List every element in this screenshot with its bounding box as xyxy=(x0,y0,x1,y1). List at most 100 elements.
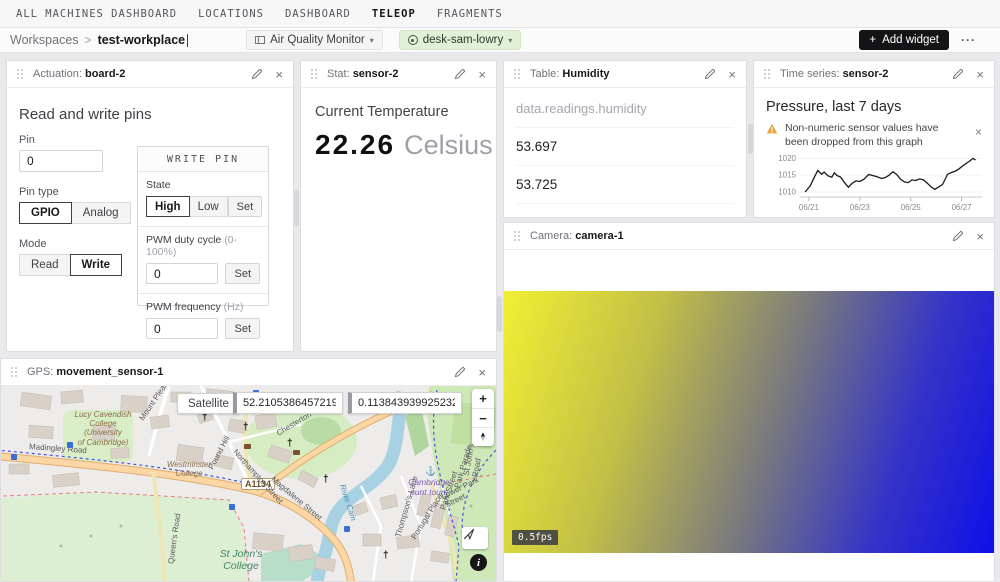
state-high-button[interactable]: High xyxy=(146,196,190,217)
x-tick-label: 06/23 xyxy=(850,203,871,212)
camera-feed: 0.5fps xyxy=(504,291,994,553)
close-widget-icon[interactable]: × xyxy=(478,68,486,81)
latitude-input[interactable] xyxy=(233,392,343,414)
widget-title: Table: Humidity xyxy=(530,68,609,80)
compass-pitch-button[interactable]: ▲ ▼ xyxy=(472,427,494,446)
edit-widget-icon[interactable] xyxy=(454,68,466,80)
close-widget-icon[interactable]: × xyxy=(976,68,984,81)
drag-handle-icon[interactable] xyxy=(764,69,771,80)
nav-fragments[interactable]: FRAGMENTS xyxy=(437,8,503,20)
mode-write-button[interactable]: Write xyxy=(70,254,123,276)
resize-handle[interactable] xyxy=(294,190,299,226)
nav-teleop[interactable]: TELEOP xyxy=(372,8,416,20)
widget-title: GPS: movement_sensor-1 xyxy=(27,366,163,378)
table-row: 53.697 xyxy=(516,128,734,166)
write-pin-title: WRITE PIN xyxy=(138,147,268,172)
widget-actuation: Actuation: board-2 × Read and write pins… xyxy=(6,60,294,352)
map-canvas[interactable]: Lucy Cavendish College (University of Ca… xyxy=(1,386,496,582)
state-segmented: High Low xyxy=(146,196,228,217)
plus-icon: + xyxy=(869,34,876,46)
state-section: State High Low Set xyxy=(138,172,268,226)
state-low-button[interactable]: Low xyxy=(189,196,228,217)
widget-header: Table: Humidity × xyxy=(504,61,746,88)
close-widget-icon[interactable]: × xyxy=(478,366,486,379)
map-zoom-control: + − ▲ ▼ xyxy=(472,389,494,446)
widget-header: Stat: sensor-2 × xyxy=(301,61,496,88)
drag-handle-icon[interactable] xyxy=(11,367,18,378)
widget-title: Actuation: board-2 xyxy=(33,68,125,80)
pwm-freq-input[interactable] xyxy=(146,318,218,339)
mode-read-button[interactable]: Read xyxy=(19,254,71,276)
part-selector[interactable]: desk-sam-lowry ▾ xyxy=(399,30,522,50)
pwm-duty-section: PWM duty cycle (0-100%) Set xyxy=(138,226,268,293)
widget-header: GPS: movement_sensor-1 × xyxy=(1,359,496,386)
stat-unit: Celsius xyxy=(404,130,493,161)
pin-label: Pin xyxy=(19,134,281,146)
dismiss-warning-icon[interactable]: × xyxy=(975,121,982,139)
state-set-button[interactable]: Set xyxy=(228,196,263,217)
locate-button[interactable] xyxy=(462,527,488,549)
pwm-freq-label: PWM frequency (Hz) xyxy=(146,301,260,313)
map-attribution-info-button[interactable]: i xyxy=(470,554,487,571)
y-tick-label: 1020 xyxy=(778,154,796,163)
edit-widget-icon[interactable] xyxy=(251,68,263,80)
machine-selector[interactable]: Air Quality Monitor ▾ xyxy=(246,30,383,50)
close-widget-icon[interactable]: × xyxy=(275,68,283,81)
actuation-body: Read and write pins Pin Pin type GPIO An… xyxy=(7,88,293,351)
chart-title: Pressure, last 7 days xyxy=(766,99,982,115)
part-selector-label: desk-sam-lowry xyxy=(423,34,504,46)
edit-widget-icon[interactable] xyxy=(952,68,964,80)
pwm-freq-set-button[interactable]: Set xyxy=(225,318,260,339)
x-tick-label: 06/21 xyxy=(799,203,820,212)
pwm-duty-input[interactable] xyxy=(146,263,218,284)
pwm-duty-set-button[interactable]: Set xyxy=(225,263,260,284)
edit-widget-icon[interactable] xyxy=(704,68,716,80)
add-widget-button[interactable]: + Add widget xyxy=(859,30,949,50)
widget-timeseries: Time series: sensor-2 × Pressure, last 7… xyxy=(753,60,995,218)
pin-type-gpio-button[interactable]: GPIO xyxy=(19,202,72,224)
drag-handle-icon[interactable] xyxy=(514,69,521,80)
pin-type-analog-button[interactable]: Analog xyxy=(71,202,131,224)
widget-gps: GPS: movement_sensor-1 × xyxy=(0,358,497,582)
widget-title: Camera: camera-1 xyxy=(530,230,624,242)
drag-handle-icon[interactable] xyxy=(311,69,318,80)
navigation-arrow-icon xyxy=(462,527,476,541)
workspace-toolbar: Workspaces > test-workplace Air Quality … xyxy=(0,28,1000,53)
write-pin-panel: WRITE PIN State High Low Set PWM duty cy… xyxy=(137,146,269,306)
resize-handle[interactable] xyxy=(497,296,502,332)
stat-body: Current Temperature 22.26 Celsius xyxy=(301,88,496,177)
zoom-out-button[interactable]: − xyxy=(472,408,494,427)
more-menu-button[interactable]: ··· xyxy=(961,33,976,47)
part-icon xyxy=(408,35,418,45)
edit-widget-icon[interactable] xyxy=(952,230,964,242)
pin-input[interactable] xyxy=(19,150,103,172)
machine-selector-label: Air Quality Monitor xyxy=(270,34,365,46)
table-body: data.readings.humidity 53.697 53.725 53.… xyxy=(504,88,746,218)
widget-camera: Camera: camera-1 × 0.5fps xyxy=(503,222,995,582)
map-tiles xyxy=(1,386,496,582)
drag-handle-icon[interactable] xyxy=(17,69,24,80)
workspace-name-field[interactable]: test-workplace xyxy=(98,33,186,47)
machine-icon xyxy=(255,35,265,45)
drag-handle-icon[interactable] xyxy=(514,231,521,242)
close-widget-icon[interactable]: × xyxy=(728,68,736,81)
compass-down-icon: ▼ xyxy=(479,437,487,441)
stat-label: Current Temperature xyxy=(315,104,482,120)
widget-table: Table: Humidity × data.readings.humidity… xyxy=(503,60,747,218)
breadcrumb-workspaces[interactable]: Workspaces xyxy=(10,33,79,47)
widget-stat: Stat: sensor-2 × Current Temperature 22.… xyxy=(300,60,497,352)
nav-locations[interactable]: LOCATIONS xyxy=(198,8,264,20)
edit-widget-icon[interactable] xyxy=(454,366,466,378)
chevron-down-icon: ▾ xyxy=(508,36,512,45)
zoom-in-button[interactable]: + xyxy=(472,389,494,408)
actuation-heading: Read and write pins xyxy=(19,106,281,123)
timeseries-chart: 10101015102006/2106/2306/2506/27 xyxy=(766,149,988,213)
satellite-toggle-button[interactable]: Satellite xyxy=(177,393,240,414)
nav-dashboard[interactable]: DASHBOARD xyxy=(285,8,351,20)
close-widget-icon[interactable]: × xyxy=(976,230,984,243)
longitude-input[interactable] xyxy=(348,392,462,414)
y-tick-label: 1010 xyxy=(778,188,796,197)
x-tick-label: 06/27 xyxy=(952,203,973,212)
resize-handle[interactable] xyxy=(748,124,753,154)
nav-all-machines-dashboard[interactable]: ALL MACHINES DASHBOARD xyxy=(16,8,177,20)
